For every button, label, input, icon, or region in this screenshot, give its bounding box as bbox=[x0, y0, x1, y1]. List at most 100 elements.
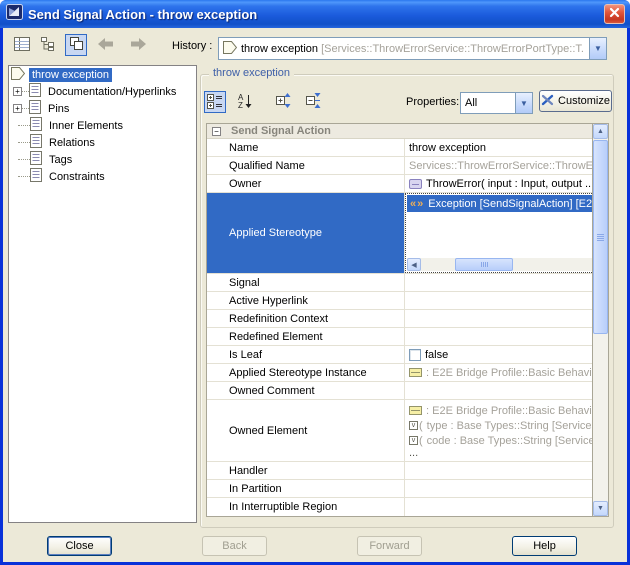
section-title: Send Signal Action bbox=[231, 125, 331, 137]
signal-icon bbox=[223, 41, 237, 57]
table-row-active-hyperlink[interactable]: Active Hyperlink bbox=[207, 292, 592, 310]
back-button[interactable]: Back bbox=[202, 536, 267, 556]
horizontal-scrollbar[interactable]: ◀ ▶ bbox=[407, 258, 592, 271]
tree-item-label: Constraints bbox=[46, 170, 108, 184]
is-leaf-checkbox[interactable] bbox=[409, 349, 421, 361]
property-label: Is Leaf bbox=[207, 346, 405, 363]
form-view-button[interactable] bbox=[11, 34, 33, 56]
property-value bbox=[405, 382, 592, 399]
sort-alphabetic-button[interactable]: AZ bbox=[234, 91, 256, 113]
table-row-handler[interactable]: Handler bbox=[207, 462, 592, 480]
close-dialog-button[interactable]: Close bbox=[47, 536, 112, 556]
owned-element-item[interactable]: v( type : Base Types::String [Services: bbox=[409, 418, 592, 433]
property-label: Redefinition Context bbox=[207, 310, 405, 327]
property-value[interactable] bbox=[405, 292, 592, 309]
property-value bbox=[405, 462, 592, 479]
forward-button-toolbar[interactable] bbox=[127, 34, 149, 56]
tree-connector bbox=[22, 91, 29, 92]
is-leaf-value: false bbox=[425, 349, 448, 361]
scrollbar-grip bbox=[597, 234, 604, 241]
scrollbar-thumb[interactable] bbox=[593, 140, 608, 334]
property-value bbox=[405, 498, 592, 516]
table-row-applied-stereotype[interactable]: Applied Stereotype «» Exception [SendSig… bbox=[207, 193, 592, 274]
properties-filter-dropdown-button[interactable]: ▼ bbox=[515, 93, 532, 113]
sort-alphabetic-icon: AZ bbox=[238, 93, 252, 112]
tree-item-documentation[interactable]: + Documentation/Hyperlinks bbox=[9, 83, 196, 100]
table-row-qualified-name[interactable]: Qualified Name Services::ThrowErrorServi… bbox=[207, 157, 592, 175]
scroll-left-button[interactable]: ◀ bbox=[407, 258, 421, 271]
document-icon bbox=[29, 83, 41, 100]
table-row-applied-stereotype-instance[interactable]: Applied Stereotype Instance : E2E Bridge… bbox=[207, 364, 592, 382]
tree-connector bbox=[22, 108, 29, 109]
property-label: Owner bbox=[207, 175, 405, 192]
property-label: Applied Stereotype bbox=[207, 193, 405, 273]
collapse-all-icon bbox=[306, 93, 321, 111]
tree-connector bbox=[18, 125, 30, 126]
collapse-all-button[interactable] bbox=[302, 91, 324, 113]
close-button[interactable] bbox=[604, 4, 625, 24]
history-dropdown-button[interactable]: ▼ bbox=[589, 38, 606, 59]
tree-view-icon bbox=[40, 36, 56, 54]
property-value[interactable]: false bbox=[405, 346, 592, 363]
tree-item-label: Documentation/Hyperlinks bbox=[45, 85, 179, 99]
scroll-up-button[interactable]: ▲ bbox=[593, 124, 608, 139]
vertical-scrollbar[interactable]: ▲ ▼ bbox=[592, 124, 608, 516]
tree-item-inner-elements[interactable]: Inner Elements bbox=[9, 117, 196, 134]
tree-item-tags[interactable]: Tags bbox=[9, 151, 196, 168]
table-row-in-partition[interactable]: In Partition bbox=[207, 480, 592, 498]
property-label: Applied Stereotype Instance bbox=[207, 364, 405, 381]
properties-filter-combobox[interactable]: All ▼ bbox=[460, 92, 533, 114]
expand-icon[interactable]: + bbox=[13, 87, 22, 96]
section-header-row[interactable]: − Send Signal Action bbox=[207, 124, 592, 139]
tree-item-constraints[interactable]: Constraints bbox=[9, 168, 196, 185]
document-icon bbox=[30, 117, 42, 134]
property-value[interactable]: ThrowError( input : Input, output ... bbox=[405, 175, 592, 192]
stereotype-item-label: Exception [SendSignalAction] [E2 bbox=[428, 198, 592, 210]
owned-element-more[interactable]: ... bbox=[409, 448, 418, 457]
instance-icon bbox=[409, 368, 422, 377]
table-row-is-leaf[interactable]: Is Leaf false bbox=[207, 346, 592, 364]
scrollbar-thumb[interactable] bbox=[455, 258, 513, 271]
owned-element-item[interactable]: : E2E Bridge Profile::Basic Behaviour bbox=[409, 403, 592, 418]
collapse-section-icon[interactable]: − bbox=[212, 127, 221, 136]
categorized-view-button[interactable] bbox=[204, 91, 226, 113]
chevron-up-icon: ▲ bbox=[597, 128, 604, 135]
stereotype-list-editor[interactable]: «» Exception [SendSignalAction] [E2 ◀ ▶ bbox=[405, 193, 592, 273]
document-icon bbox=[30, 151, 42, 168]
customize-button[interactable]: Customize bbox=[539, 90, 612, 112]
back-button-toolbar[interactable] bbox=[95, 34, 117, 56]
tree-item-throw-exception[interactable]: throw exception bbox=[9, 66, 196, 83]
property-value bbox=[405, 310, 592, 327]
expand-icon[interactable]: + bbox=[13, 104, 22, 113]
stack-view-button[interactable] bbox=[65, 34, 87, 56]
customize-icon bbox=[541, 94, 554, 109]
properties-filter-value: All bbox=[465, 97, 477, 109]
back-arrow-icon bbox=[98, 38, 114, 53]
table-row-name[interactable]: Name throw exception bbox=[207, 139, 592, 157]
customize-label: Customize bbox=[558, 95, 610, 107]
property-value[interactable] bbox=[405, 274, 592, 291]
owned-element-item[interactable]: v( code : Base Types::String [Services: bbox=[409, 433, 592, 448]
table-row-redefinition-context[interactable]: Redefinition Context bbox=[207, 310, 592, 328]
property-value[interactable]: throw exception bbox=[405, 139, 592, 156]
svg-text:Z: Z bbox=[238, 101, 243, 109]
form-view-icon bbox=[14, 37, 30, 54]
scrollbar-grip bbox=[481, 262, 488, 267]
forward-button[interactable]: Forward bbox=[357, 536, 422, 556]
element-tree[interactable]: throw exception + Documentation/Hyperlin… bbox=[8, 65, 197, 523]
stereotype-list-item[interactable]: «» Exception [SendSignalAction] [E2 bbox=[407, 195, 592, 212]
history-combobox[interactable]: throw exception [Services::ThrowErrorSer… bbox=[218, 37, 607, 60]
scroll-down-button[interactable]: ▼ bbox=[593, 501, 608, 516]
tree-item-pins[interactable]: + Pins bbox=[9, 100, 196, 117]
table-row-redefined-element[interactable]: Redefined Element bbox=[207, 328, 592, 346]
table-row-in-interruptible-region[interactable]: In Interruptible Region bbox=[207, 498, 592, 516]
table-row-owned-element[interactable]: Owned Element : E2E Bridge Profile::Basi… bbox=[207, 400, 592, 462]
tree-view-button[interactable] bbox=[37, 34, 59, 56]
help-button[interactable]: Help bbox=[512, 536, 577, 556]
table-row-signal[interactable]: Signal bbox=[207, 274, 592, 292]
table-row-owner[interactable]: Owner ThrowError( input : Input, output … bbox=[207, 175, 592, 193]
expand-all-button[interactable] bbox=[272, 91, 294, 113]
tree-item-relations[interactable]: Relations bbox=[9, 134, 196, 151]
title-bar[interactable]: Send Signal Action - throw exception bbox=[0, 0, 630, 28]
table-row-owned-comment[interactable]: Owned Comment bbox=[207, 382, 592, 400]
